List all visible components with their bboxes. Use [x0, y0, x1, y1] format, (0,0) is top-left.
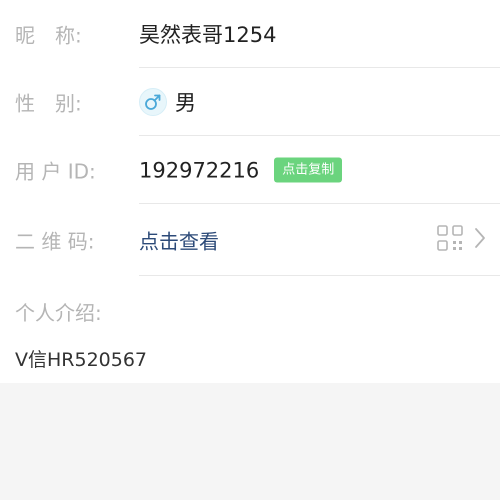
gender-row: 性 别: 男 [0, 68, 500, 136]
gender-value-wrap: 男 [139, 87, 196, 117]
qrcode-action[interactable] [436, 224, 486, 256]
chevron-right-icon [474, 226, 486, 254]
qrcode-row[interactable]: 二 维 码: 点击查看 [0, 204, 500, 276]
view-qrcode-link[interactable]: 点击查看 [139, 226, 219, 255]
user-id-label: 用 户 ID: [15, 159, 96, 184]
male-icon [139, 88, 167, 116]
qrcode-label: 二 维 码: [15, 229, 95, 254]
user-id-value: 192972216 [139, 158, 260, 182]
bio-text: V信HR520567 [15, 349, 148, 371]
nickname-value: 昊然表哥1254 [139, 23, 277, 47]
profile-card: 昵 称: 昊然表哥1254 性 别: 男 用 户 ID: 192972216 点… [0, 0, 500, 383]
nickname-row: 昵 称: 昊然表哥1254 [0, 0, 500, 68]
user-id-row: 用 户 ID: 192972216 点击复制 [0, 136, 500, 204]
gender-label: 性 别: [15, 91, 82, 116]
copy-id-button[interactable]: 点击复制 [274, 157, 343, 183]
bio-label: 个人介绍: [15, 301, 102, 325]
gender-value: 男 [175, 91, 196, 115]
nickname-label: 昵 称: [15, 23, 82, 48]
user-id-wrap: 192972216 点击复制 [139, 157, 343, 183]
divider [139, 275, 500, 276]
qr-code-icon [436, 224, 464, 256]
